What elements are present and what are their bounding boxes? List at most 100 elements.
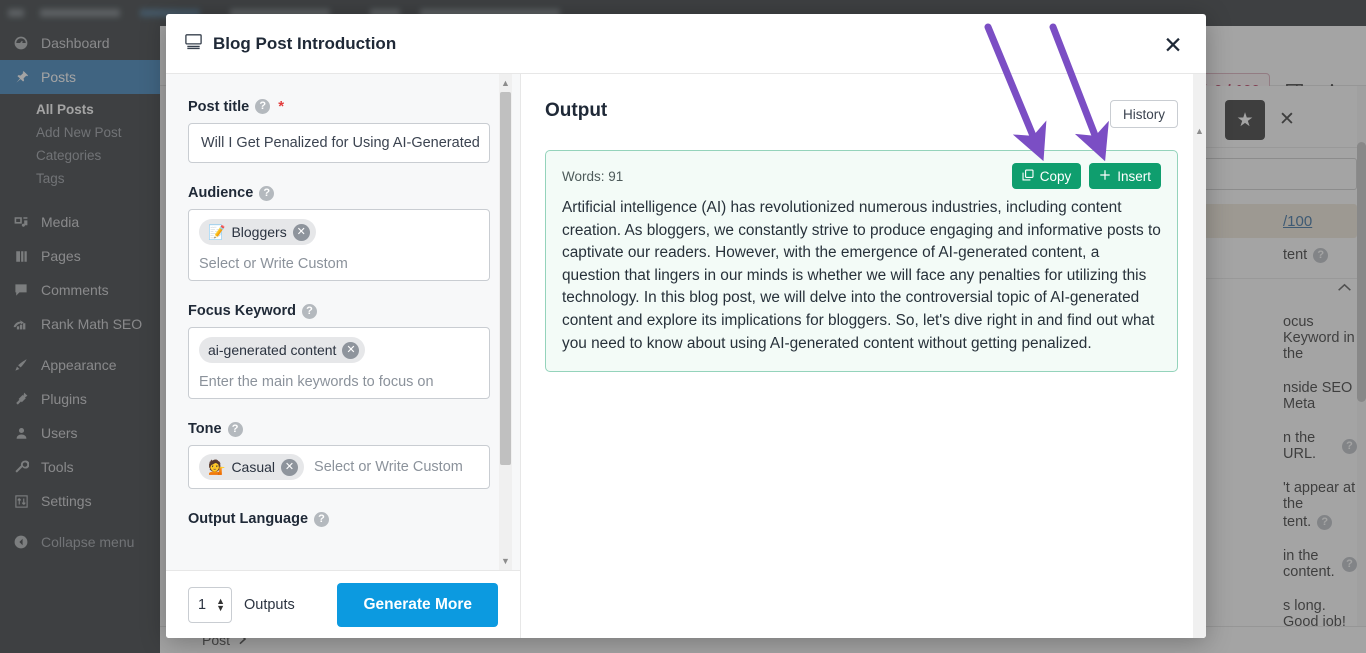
audience-tag-input[interactable]: 📝 Bloggers ✕ Select or Write Custom: [188, 209, 490, 281]
help-icon[interactable]: ?: [314, 511, 330, 527]
star-icon[interactable]: ★: [1225, 100, 1265, 140]
rank-math-collapse-row[interactable]: [1197, 279, 1366, 305]
rank-math-check-row: s long. Good job!: [1197, 589, 1357, 631]
tag-chip[interactable]: ai-generated content ✕: [199, 337, 366, 363]
sidebar-item-media[interactable]: Media: [0, 205, 160, 239]
modal-body: Post title ? * Will I Get Penalized for …: [166, 74, 1206, 638]
output-card-toolbar: Words: 91 Copy Insert: [562, 163, 1161, 189]
sidebar-divider: [0, 198, 160, 205]
modal-title: Blog Post Introduction: [213, 33, 397, 53]
sidebar-item-plugins[interactable]: Plugins: [0, 382, 160, 416]
help-icon[interactable]: ?: [1342, 438, 1357, 454]
modal-header: Blog Post Introduction ✕: [166, 14, 1206, 74]
field-output-language: Output Language ?: [188, 511, 498, 527]
sidebar-label: Comments: [41, 282, 109, 298]
stepper-arrows-icon[interactable]: ▲ ▼: [216, 596, 225, 611]
copy-icon: [1022, 168, 1034, 184]
sidebar-label: Posts: [41, 69, 77, 85]
field-label: Audience ?: [188, 185, 498, 201]
post-title-input[interactable]: Will I Get Penalized for Using AI-Genera…: [188, 123, 490, 163]
rank-math-check-row: nside SEO Meta: [1197, 371, 1357, 421]
sidebar-label: Settings: [41, 493, 92, 509]
generate-more-button[interactable]: Generate More: [337, 582, 498, 627]
history-button[interactable]: History: [1109, 100, 1178, 128]
output-title: Output: [545, 100, 608, 121]
scrollbar-thumb[interactable]: [1357, 142, 1366, 402]
output-result-card: Words: 91 Copy Insert Artificial intelli…: [545, 150, 1178, 373]
help-icon[interactable]: ?: [1342, 556, 1357, 572]
scroll-up-icon[interactable]: ▲: [1193, 124, 1206, 138]
plus-icon: [1099, 169, 1111, 184]
sidebar-label: Pages: [41, 248, 81, 264]
sidebar-item-appearance[interactable]: Appearance: [0, 348, 160, 382]
help-icon[interactable]: ?: [301, 303, 317, 319]
remove-tag-icon[interactable]: ✕: [342, 341, 360, 359]
sidebar-item-users[interactable]: Users: [0, 416, 160, 450]
sidebar-item-collapse-menu[interactable]: Collapse menu: [0, 525, 160, 559]
rank-math-sidebar-panel[interactable]: ★ ✕ /100 tent ? ocus Keyword in the nsid…: [1196, 86, 1366, 631]
tone-tag-input[interactable]: 💁 Casual ✕ Select or Write Custom: [188, 445, 490, 489]
tag-emoji-icon: 📝: [208, 223, 226, 240]
scrollbar-thumb[interactable]: [500, 92, 511, 465]
outputs-count-stepper[interactable]: 1 ▲ ▼: [188, 586, 232, 623]
sidebar-label: Rank Math SEO: [41, 316, 143, 332]
close-icon[interactable]: ✕: [1279, 108, 1295, 131]
posts-submenu[interactable]: All Posts Add New Post Categories Tags: [0, 94, 160, 198]
remove-tag-icon[interactable]: ✕: [281, 458, 299, 476]
rank-math-check-row: tent. ?: [1197, 512, 1357, 539]
sidebar-divider-3: [0, 518, 160, 525]
focus-keyword-tag-input[interactable]: ai-generated content ✕ Enter the main ke…: [188, 327, 490, 399]
sidebar-item-all-posts[interactable]: All Posts: [0, 98, 160, 121]
field-audience: Audience ? 📝 Bloggers ✕ Select or Write …: [188, 185, 498, 281]
check-text: nside SEO Meta: [1283, 380, 1353, 412]
tag-label: Casual: [231, 459, 276, 475]
chevron-up-icon[interactable]: [1337, 279, 1352, 296]
remove-tag-icon[interactable]: ✕: [292, 223, 310, 241]
sidebar-item-tags[interactable]: Tags: [0, 167, 160, 190]
sidebar-item-add-new-post[interactable]: Add New Post: [0, 121, 160, 144]
output-scrollbar[interactable]: ▲ ▼: [1193, 74, 1206, 638]
help-icon[interactable]: ?: [255, 99, 271, 114]
sidebar-item-tools[interactable]: Tools: [0, 450, 160, 484]
field-label: Output Language ?: [188, 511, 498, 527]
template-icon: [184, 32, 203, 56]
sidebar-divider-2: [0, 341, 160, 348]
plug-icon: [11, 389, 31, 409]
rank-math-check-row: 't appear at the: [1197, 471, 1357, 512]
label-text: Audience: [188, 185, 254, 201]
sidebar-item-categories[interactable]: Categories: [0, 144, 160, 167]
close-icon[interactable]: ✕: [1160, 32, 1186, 58]
copy-button[interactable]: Copy: [1011, 163, 1082, 189]
output-pane: Output History Words: 91 Copy Insert Art…: [521, 74, 1206, 638]
sidebar-item-comments[interactable]: Comments: [0, 273, 160, 307]
generated-output-text[interactable]: Artificial intelligence (AI) has revolut…: [562, 197, 1161, 355]
wp-admin-sidebar[interactable]: Dashboard Posts All Posts Add New Post C…: [0, 26, 160, 653]
insert-button[interactable]: Insert: [1089, 163, 1161, 189]
help-icon[interactable]: ?: [227, 421, 243, 437]
sidebar-item-rank-math-seo[interactable]: Rank Math SEO: [0, 307, 160, 341]
field-post-title: Post title ? * Will I Get Penalized for …: [188, 98, 498, 163]
help-icon[interactable]: ?: [1317, 514, 1333, 530]
scroll-up-icon[interactable]: ▲: [499, 76, 512, 90]
pages-icon: [11, 246, 31, 266]
word-count-label: Words: 91: [562, 168, 624, 184]
rank-math-text-input[interactable]: [1197, 158, 1357, 190]
help-icon[interactable]: ?: [1313, 247, 1329, 263]
form-scrollbar[interactable]: ▲ ▼: [499, 74, 512, 570]
tag-chip[interactable]: 💁 Casual ✕: [199, 454, 305, 480]
tag-chip[interactable]: 📝 Bloggers ✕: [199, 219, 316, 245]
collapse-arrow-icon: [11, 532, 31, 552]
sidebar-item-dashboard[interactable]: Dashboard: [0, 26, 160, 60]
help-icon[interactable]: ?: [259, 185, 275, 201]
field-label: Post title ? *: [188, 98, 498, 115]
user-icon: [11, 423, 31, 443]
sidebar-item-settings[interactable]: Settings: [0, 484, 160, 518]
outputs-count-value[interactable]: 1: [198, 597, 206, 613]
seo-score-link[interactable]: /100: [1197, 204, 1357, 238]
rank-math-scrollbar[interactable]: [1357, 86, 1366, 631]
scroll-down-icon[interactable]: ▼: [499, 554, 512, 568]
rank-math-check-row: n the URL. ?: [1197, 421, 1357, 471]
sidebar-item-posts[interactable]: Posts: [0, 60, 160, 94]
dashboard-icon: [11, 33, 31, 53]
sidebar-item-pages[interactable]: Pages: [0, 239, 160, 273]
